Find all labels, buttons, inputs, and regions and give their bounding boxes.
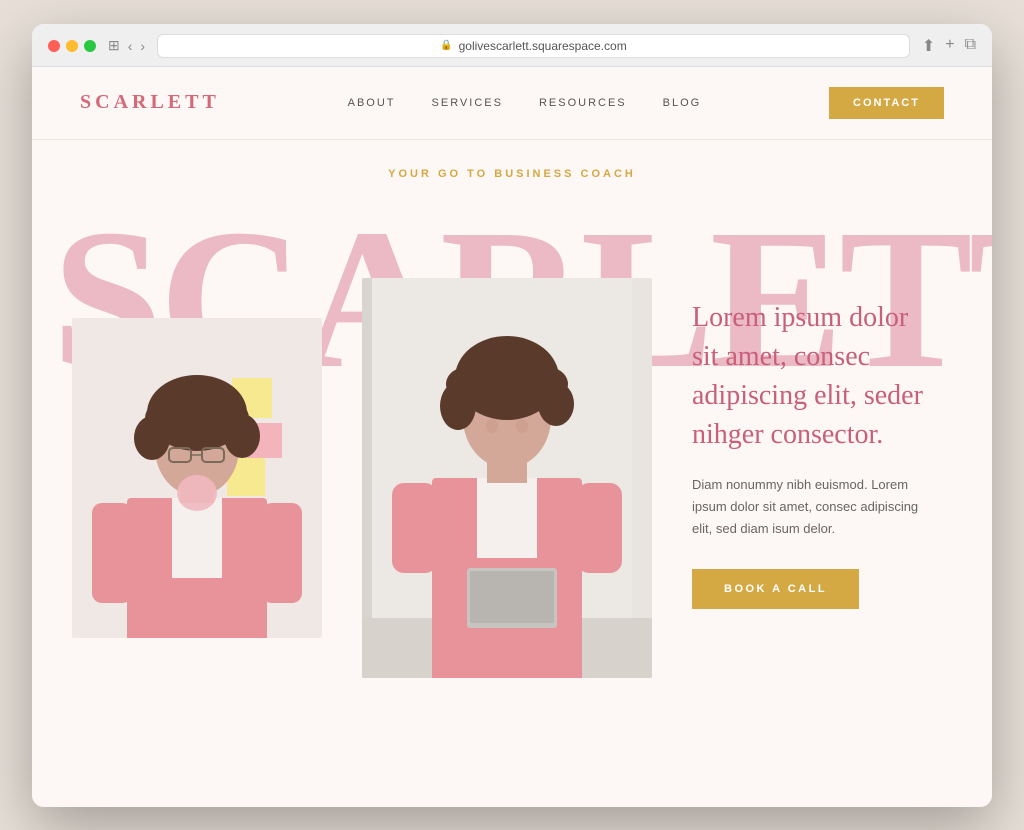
back-button[interactable]: ‹ <box>128 38 133 54</box>
lock-icon: 🔒 <box>440 40 452 51</box>
maximize-button[interactable] <box>84 40 96 52</box>
hero-headline: Lorem ipsum dolor sit amet, consec adipi… <box>692 298 932 455</box>
address-bar[interactable]: 🔒 golivescarlett.squarespace.com <box>157 34 910 58</box>
browser-actions: ⬆ + ⧉ <box>922 36 976 56</box>
photo-center <box>362 278 652 678</box>
photo-left <box>72 318 322 638</box>
traffic-lights <box>48 40 96 52</box>
url-text: golivescarlett.squarespace.com <box>459 39 627 53</box>
browser-chrome: ⊞ ‹ › 🔒 golivescarlett.squarespace.com ⬆… <box>32 24 992 67</box>
tabs-icon[interactable]: ⧉ <box>965 36 976 56</box>
hero-content: Lorem ipsum dolor sit amet, consec adipi… <box>32 218 992 718</box>
browser-controls: ⊞ ‹ › <box>108 37 145 54</box>
nav-item-about[interactable]: ABOUT <box>348 97 396 109</box>
close-button[interactable] <box>48 40 60 52</box>
nav-item-resources[interactable]: RESOURCES <box>539 97 627 109</box>
hero-body-text: Diam nonummy nibh euismod. Lorem ipsum d… <box>692 474 932 540</box>
hero-text-block: Lorem ipsum dolor sit amet, consec adipi… <box>652 278 952 629</box>
forward-button[interactable]: › <box>140 38 145 54</box>
site-logo[interactable]: SCARLETT <box>80 91 220 114</box>
site-nav: ABOUT SERVICES RESOURCES BLOG <box>348 97 702 109</box>
person-left-illustration <box>72 318 322 638</box>
nav-item-services[interactable]: SERVICES <box>432 97 503 109</box>
book-call-button[interactable]: BOOK A CALL <box>692 569 859 609</box>
minimize-button[interactable] <box>66 40 78 52</box>
window-control-icon: ⊞ <box>108 37 120 54</box>
hero-section: YOUR GO TO BUSINESS COACH SCARLETT SCARL… <box>32 140 992 780</box>
hero-tagline: YOUR GO TO BUSINESS COACH <box>32 140 992 188</box>
share-icon[interactable]: ⬆ <box>922 36 935 56</box>
contact-button[interactable]: CONTACT <box>829 87 944 119</box>
new-tab-icon[interactable]: + <box>945 36 954 56</box>
nav-item-blog[interactable]: BLOG <box>663 97 702 109</box>
website-container: SCARLETT ABOUT SERVICES RESOURCES BLOG C… <box>32 67 992 807</box>
site-header: SCARLETT ABOUT SERVICES RESOURCES BLOG C… <box>32 67 992 140</box>
person-center-illustration <box>362 278 652 678</box>
browser-window: ⊞ ‹ › 🔒 golivescarlett.squarespace.com ⬆… <box>32 24 992 807</box>
